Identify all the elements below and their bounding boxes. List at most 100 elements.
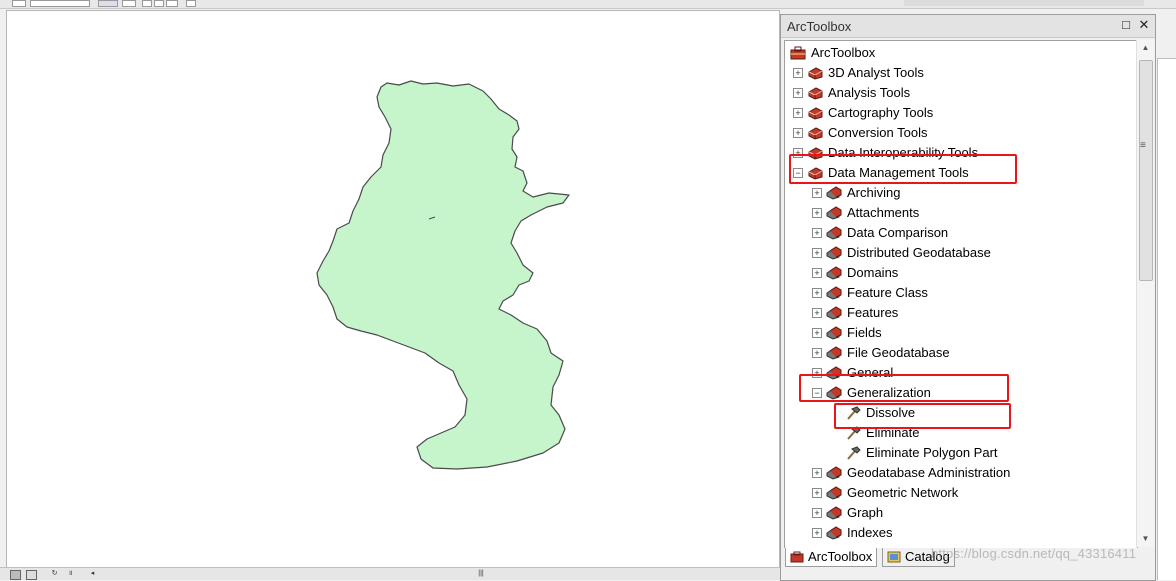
toolbar-strip: [904, 0, 1144, 6]
toolset-icon: [826, 186, 842, 200]
tree-item-label: Indexes: [847, 525, 893, 540]
tree-item-label: Archiving: [847, 185, 901, 200]
expand-icon[interactable]: +: [812, 468, 822, 478]
red-toolbox-icon: [807, 66, 823, 80]
tree-item-label: Feature Class: [847, 285, 928, 300]
expand-icon[interactable]: +: [812, 208, 822, 218]
tree-item-label: Cartography Tools: [828, 105, 934, 120]
tree-item-toolbox[interactable]: + Conversion Tools: [785, 123, 1135, 143]
expand-icon[interactable]: +: [812, 188, 822, 198]
expand-icon[interactable]: +: [812, 288, 822, 298]
tree-item-label: Analysis Tools: [828, 85, 911, 100]
expand-icon[interactable]: +: [812, 328, 822, 338]
scroll-down-icon[interactable]: ▼: [1137, 531, 1154, 547]
toolset-icon: [826, 326, 842, 340]
scroll-left-icon[interactable]: ◂: [88, 570, 97, 578]
scroll-thumb[interactable]: [1139, 60, 1153, 281]
toolbar-button[interactable]: [166, 0, 178, 7]
expand-icon[interactable]: +: [812, 268, 822, 278]
right-dock-strip: [1155, 10, 1176, 580]
toolset-icon: [826, 466, 842, 480]
expand-icon[interactable]: +: [812, 488, 822, 498]
catalog-icon: [887, 551, 901, 563]
toolset-icon: [826, 526, 842, 540]
toolbar-button[interactable]: [98, 0, 118, 7]
tree-item-label: Graph: [847, 505, 884, 520]
tree-item-label: Data Comparison: [847, 225, 949, 240]
toolset-icon: [826, 306, 842, 320]
tree-item-label: Eliminate Polygon Part: [866, 445, 998, 460]
tree-item-toolset[interactable]: + Geodatabase Administration: [785, 463, 1135, 483]
toolbar-button[interactable]: [154, 0, 164, 7]
red-toolbox-icon: [807, 106, 823, 120]
tree-item-label: Distributed Geodatabase: [847, 245, 991, 260]
pause-icon[interactable]: ॥: [66, 570, 75, 578]
toolset-icon: [826, 206, 842, 220]
expand-icon[interactable]: +: [812, 248, 822, 258]
expand-icon[interactable]: +: [812, 228, 822, 238]
expand-icon[interactable]: +: [793, 88, 803, 98]
red-toolbox-icon: [807, 126, 823, 140]
toolbar-button[interactable]: [142, 0, 152, 7]
toolbar-dropdown[interactable]: [186, 0, 196, 7]
tree-item-toolbox[interactable]: + Cartography Tools: [785, 103, 1135, 123]
scale-combobox[interactable]: [30, 0, 90, 7]
tree-item-toolset[interactable]: + Graph: [785, 503, 1135, 523]
tree-item-toolset[interactable]: + Indexes: [785, 523, 1135, 543]
tree-item-toolset[interactable]: + Geometric Network: [785, 483, 1135, 503]
map-canvas: [316, 80, 570, 470]
tree-item-toolbox[interactable]: +3D Analyst Tools: [785, 63, 1135, 83]
scroll-grip-icon: ≡: [1140, 140, 1146, 151]
arctoolbox-icon: [790, 551, 804, 563]
red-toolbox-icon: [807, 86, 823, 100]
tree-item-label: Domains: [847, 265, 899, 280]
auto-hide-button[interactable]: □: [1119, 18, 1133, 32]
tree-item-toolset[interactable]: + Archiving: [785, 183, 1135, 203]
expand-icon[interactable]: +: [812, 508, 822, 518]
toolbar-button[interactable]: [12, 0, 26, 7]
tree-item-label: Attachments: [847, 205, 920, 220]
panel-title-bar[interactable]: ArcToolbox □ ✕: [781, 15, 1155, 38]
tree-item-toolset[interactable]: + Domains: [785, 263, 1135, 283]
tree-item-toolset[interactable]: + Fields: [785, 323, 1135, 343]
map-polygon-feature[interactable]: [316, 80, 570, 470]
tree-item-toolbox[interactable]: + Analysis Tools: [785, 83, 1135, 103]
tree-item-toolset[interactable]: + File Geodatabase: [785, 343, 1135, 363]
toolset-icon: [826, 226, 842, 240]
highlight-dissolve: [834, 403, 1011, 429]
panel-tabs: ArcToolbox Catalog https://blog.csdn.net…: [781, 546, 1155, 580]
toolset-icon: [826, 506, 842, 520]
toolset-icon: [826, 346, 842, 360]
tree-item-toolset[interactable]: + Data Comparison: [785, 223, 1135, 243]
map-view[interactable]: [6, 10, 780, 569]
highlight-generalization: [799, 374, 1009, 402]
expand-icon[interactable]: +: [793, 68, 803, 78]
scroll-up-icon[interactable]: ▲: [1137, 40, 1154, 56]
tree-item-toolset[interactable]: + Distributed Geodatabase: [785, 243, 1135, 263]
arctoolbox-panel: ArcToolbox □ ✕ ArcToolbox +3D Analyst Too…: [780, 14, 1156, 581]
toolset-icon: [826, 286, 842, 300]
tree-item-tool[interactable]: Eliminate Polygon Part: [785, 443, 1135, 463]
vertical-scrollbar[interactable]: ▲ ≡ ▼: [1136, 40, 1154, 547]
tree-item-toolset[interactable]: + Attachments: [785, 203, 1135, 223]
toolset-icon: [826, 266, 842, 280]
arctoolbox-icon: [790, 46, 806, 60]
toolset-icon: [826, 246, 842, 260]
expand-icon[interactable]: +: [812, 308, 822, 318]
tab-label: ArcToolbox: [808, 549, 873, 564]
close-button[interactable]: ✕: [1137, 18, 1151, 32]
tree-item-label: Geodatabase Administration: [847, 465, 1011, 480]
tree-item-root[interactable]: ArcToolbox: [785, 43, 1135, 63]
tree-item-toolset[interactable]: + Features: [785, 303, 1135, 323]
toolbar-button[interactable]: [122, 0, 136, 7]
expand-icon[interactable]: +: [793, 128, 803, 138]
scroll-grip-icon[interactable]: |||: [474, 570, 488, 578]
expand-icon[interactable]: +: [793, 108, 803, 118]
refresh-icon[interactable]: ↻: [50, 570, 59, 578]
toolset-icon: [826, 486, 842, 500]
expand-icon[interactable]: +: [812, 348, 822, 358]
expand-icon[interactable]: +: [812, 528, 822, 538]
tree-item-label: Fields: [847, 325, 882, 340]
tree-item-toolset[interactable]: + Feature Class: [785, 283, 1135, 303]
tab-arctoolbox[interactable]: ArcToolbox: [785, 548, 878, 567]
